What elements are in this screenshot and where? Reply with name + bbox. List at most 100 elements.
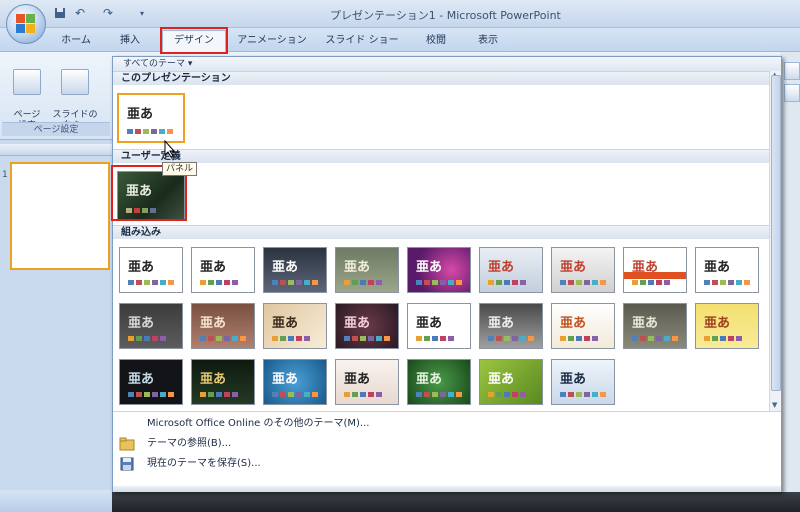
slide-number: 1 xyxy=(2,170,8,180)
theme-thumbnail[interactable]: 亜あ xyxy=(191,303,255,349)
tab-design[interactable]: デザイン xyxy=(162,30,226,52)
office-logo-icon xyxy=(16,14,36,34)
theme-thumbnail[interactable]: 亜あ xyxy=(191,359,255,405)
theme-glyph: 亜あ xyxy=(126,184,153,199)
page-setup-group-label: ページ設定 xyxy=(2,122,110,136)
theme-glyph: 亜あ xyxy=(560,260,587,275)
tab-review[interactable]: 校閲 xyxy=(414,32,458,50)
slide-thumbnail[interactable] xyxy=(10,162,110,270)
theme-color-swatches xyxy=(272,336,310,341)
theme-thumbnail[interactable]: 亜あ xyxy=(407,359,471,405)
theme-thumbnail[interactable]: 亜あ xyxy=(623,247,687,293)
theme-thumbnail[interactable]: 亜あ xyxy=(695,247,759,293)
theme-thumbnail[interactable]: 亜あ xyxy=(479,303,543,349)
theme-color-swatches xyxy=(272,280,318,285)
gallery-scrollbar[interactable]: ▲ ▼ xyxy=(769,71,781,411)
theme-color-swatches xyxy=(200,392,238,397)
page-setup-button[interactable]: ページ 設定 xyxy=(6,58,48,131)
theme-thumbnail[interactable]: 亜あ xyxy=(335,303,399,349)
edit-area-edge xyxy=(780,52,800,512)
theme-glyph: 亜あ xyxy=(272,372,299,387)
tab-view[interactable]: 表示 xyxy=(466,32,510,50)
redo-icon[interactable]: ↷ xyxy=(100,6,116,20)
status-bar-right xyxy=(112,492,800,512)
theme-glyph: 亜あ xyxy=(200,316,227,331)
theme-color-swatches xyxy=(488,280,526,285)
theme-glyph: 亜あ xyxy=(127,107,154,122)
section-this-presentation: このプレゼンテーション xyxy=(113,71,769,85)
theme-color-swatches xyxy=(200,336,246,341)
theme-glyph: 亜あ xyxy=(704,260,731,275)
theme-thumbnail-custom[interactable]: 亜あ xyxy=(117,171,185,221)
theme-color-swatches xyxy=(200,280,238,285)
more-themes-online[interactable]: Microsoft Office Online のその他のテーマ(M)... xyxy=(113,414,781,434)
gallery-footer-menu: Microsoft Office Online のその他のテーマ(M)... テ… xyxy=(113,411,781,492)
tab-insert[interactable]: 挿入 xyxy=(110,32,150,50)
theme-glyph: 亜あ xyxy=(200,372,227,387)
undo-icon[interactable]: ↶ xyxy=(72,6,88,20)
theme-thumbnail[interactable]: 亜あ xyxy=(119,247,183,293)
theme-color-swatches xyxy=(416,280,462,285)
theme-thumbnail[interactable]: 亜あ xyxy=(551,303,615,349)
theme-thumbnail[interactable]: 亜あ xyxy=(117,93,185,143)
page-setup-icon xyxy=(13,69,41,95)
theme-thumbnail[interactable]: 亜あ xyxy=(479,247,543,293)
theme-thumbnail[interactable]: 亜あ xyxy=(335,247,399,293)
tab-slideshow[interactable]: スライド ショー xyxy=(322,32,402,50)
theme-color-swatches xyxy=(560,280,606,285)
theme-thumbnail[interactable]: 亜あ xyxy=(623,303,687,349)
save-current-theme[interactable]: 現在のテーマを保存(S)... xyxy=(113,454,781,474)
title-bar: ↶ ↷ ▾ プレゼンテーション1 - Microsoft PowerPoint xyxy=(0,0,800,28)
slides-pane: 1 xyxy=(0,140,112,512)
theme-glyph: 亜あ xyxy=(632,316,659,331)
theme-thumbnail[interactable]: 亜あ xyxy=(551,247,615,293)
theme-color-swatches xyxy=(632,336,678,341)
browse-themes[interactable]: テーマの参照(B)... xyxy=(113,434,781,454)
theme-gallery-dropdown: すべてのテーマ ▾ このプレゼンテーション 亜あ ユーザー定義 亜あ 組み込み … xyxy=(112,56,782,492)
theme-color-swatches xyxy=(704,336,742,341)
theme-color-swatches xyxy=(416,392,462,397)
theme-thumbnail[interactable]: 亜あ xyxy=(119,359,183,405)
theme-glyph: 亜あ xyxy=(344,260,371,275)
ribbon-edge-control[interactable] xyxy=(784,62,800,80)
browse-themes-icon xyxy=(119,437,135,451)
theme-thumbnail[interactable]: 亜あ xyxy=(263,359,327,405)
theme-glyph: 亜あ xyxy=(272,260,299,275)
status-bar xyxy=(0,490,112,512)
section-builtin: 組み込み xyxy=(113,225,769,239)
save-icon[interactable] xyxy=(52,6,68,20)
tab-home[interactable]: ホーム xyxy=(54,32,98,50)
theme-color-swatches xyxy=(560,392,606,397)
theme-color-swatches xyxy=(272,392,318,397)
theme-thumbnail[interactable]: 亜あ xyxy=(119,303,183,349)
theme-thumbnail[interactable]: 亜あ xyxy=(407,303,471,349)
save-current-theme-label: 現在のテーマを保存(S)... xyxy=(147,458,261,469)
theme-glyph: 亜あ xyxy=(128,260,155,275)
window-title: プレゼンテーション1 - Microsoft PowerPoint xyxy=(330,9,561,22)
office-button[interactable] xyxy=(6,4,46,44)
theme-thumbnail[interactable]: 亜あ xyxy=(479,359,543,405)
theme-thumbnail[interactable]: 亜あ xyxy=(191,247,255,293)
gallery-resize-grip[interactable] xyxy=(113,486,781,492)
theme-thumbnail[interactable]: 亜あ xyxy=(551,359,615,405)
theme-color-swatches xyxy=(488,392,526,397)
theme-thumbnail[interactable]: 亜あ xyxy=(263,247,327,293)
ribbon-edge-control[interactable] xyxy=(784,84,800,102)
theme-color-swatches xyxy=(344,336,390,341)
theme-thumbnail[interactable]: 亜あ xyxy=(407,247,471,293)
scroll-down-icon[interactable]: ▼ xyxy=(772,401,777,409)
scrollbar-thumb[interactable] xyxy=(771,75,781,391)
theme-color-swatches xyxy=(344,392,382,397)
theme-thumbnail[interactable]: 亜あ xyxy=(335,359,399,405)
customize-qat-icon[interactable]: ▾ xyxy=(134,6,150,20)
slide-orientation-icon xyxy=(61,69,89,95)
slide-orientation-button[interactable]: スライドの 向き ▾ xyxy=(50,58,100,131)
theme-thumbnail[interactable]: 亜あ xyxy=(263,303,327,349)
slides-pane-tabs[interactable] xyxy=(0,144,112,156)
tab-animations[interactable]: アニメーション xyxy=(232,32,312,50)
theme-glyph: 亜あ xyxy=(200,260,227,275)
theme-glyph: 亜あ xyxy=(488,372,515,387)
gallery-filter[interactable]: すべてのテーマ ▾ xyxy=(113,57,781,71)
theme-thumbnail[interactable]: 亜あ xyxy=(695,303,759,349)
theme-glyph: 亜あ xyxy=(128,316,155,331)
